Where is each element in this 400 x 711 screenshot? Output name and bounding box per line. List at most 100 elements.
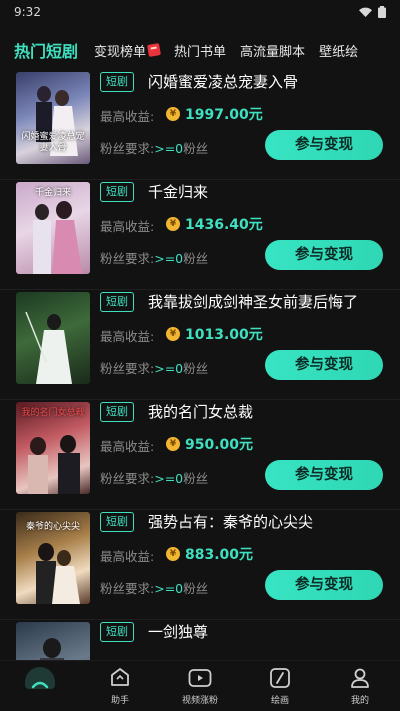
max-earnings-amount: 1013.00元 — [185, 327, 263, 343]
category-tabs: 热门短剧 变现榜单 热门书单 高流量脚本 壁纸绘 — [0, 34, 400, 66]
drama-title[interactable]: 一剑独尊 — [148, 621, 208, 642]
video-icon — [188, 665, 212, 691]
nav-profile[interactable]: 我的 — [320, 661, 400, 711]
fans-unit: 粉丝 — [183, 581, 209, 596]
drama-poster[interactable]: 千金归来 — [16, 182, 90, 274]
join-monetize-button[interactable]: 参与变现 — [265, 460, 383, 490]
profile-icon — [349, 665, 371, 691]
fans-requirement: 粉丝要求:>=0粉丝 — [100, 468, 208, 487]
fans-value: >=0 — [154, 471, 184, 486]
genre-tag: 短剧 — [100, 512, 134, 532]
tab-label: 热门书单 — [174, 44, 227, 60]
genre-tag: 短剧 — [100, 72, 134, 92]
fans-value: >=0 — [154, 361, 184, 376]
genre-tag: 短剧 — [100, 402, 134, 422]
max-earnings-amount: 1997.00元 — [185, 107, 263, 123]
coin-icon: ¥ — [166, 437, 180, 451]
tab-monetize-ranking[interactable]: 变现榜单 — [94, 41, 161, 60]
fans-label: 粉丝要求: — [100, 141, 155, 156]
max-earnings-label: 最高收益: — [100, 439, 155, 454]
fans-value: >=0 — [154, 141, 184, 156]
join-monetize-button[interactable]: 参与变现 — [265, 130, 383, 160]
join-monetize-button[interactable]: 参与变现 — [265, 240, 383, 270]
fans-requirement: 粉丝要求:>=0粉丝 — [100, 358, 208, 377]
max-earnings-label: 最高收益: — [100, 549, 155, 564]
max-earnings-amount: 1436.40元 — [185, 217, 263, 233]
coin-icon: ¥ — [166, 217, 180, 231]
tab-label: 热门短剧 — [14, 42, 79, 61]
poster-title: 千金归来 — [34, 188, 71, 198]
paint-icon — [269, 665, 291, 691]
drama-poster[interactable]: 秦爷的心尖尖 — [16, 512, 90, 604]
fans-label: 粉丝要求: — [100, 471, 155, 486]
list-item[interactable]: 千金归来 短剧 千金归来 最高收益: ¥ 1436.40元 粉丝要求:>=0粉丝… — [0, 180, 400, 290]
max-earnings-label: 最高收益: — [100, 219, 155, 234]
list-item[interactable]: 秦爷的心尖尖 短剧 强势占有：秦爷的心尖尖 最高收益: ¥ 883.00元 粉丝… — [0, 510, 400, 620]
tab-hot-booklist[interactable]: 热门书单 — [174, 41, 226, 60]
join-monetize-button[interactable]: 参与变现 — [265, 570, 383, 600]
max-earnings-label: 最高收益: — [100, 329, 155, 344]
list-item[interactable]: 短剧 我靠拔剑成剑神圣女前妻后悔了 最高收益: ¥ 1013.00元 粉丝要求:… — [0, 290, 400, 400]
poster-title: 闪婚蜜爱凌总宠妻入骨 — [21, 132, 85, 153]
drama-list: 闪婚蜜爱凌总宠妻入骨 短剧 闪婚蜜爱凌总宠妻入骨 最高收益: ¥ 1997.00… — [0, 70, 400, 660]
max-earnings-amount: 950.00元 — [185, 437, 254, 453]
poster-figures-icon — [40, 638, 64, 660]
poster-figures-icon — [25, 311, 72, 384]
drama-title[interactable]: 我的名门女总裁 — [148, 401, 253, 422]
fans-value: >=0 — [154, 251, 184, 266]
home-icon — [25, 665, 55, 691]
coin-icon: ¥ — [166, 107, 180, 121]
fans-requirement: 粉丝要求:>=0粉丝 — [100, 578, 208, 597]
drama-poster[interactable]: 我的名门女总裁 — [16, 402, 90, 494]
fans-label: 粉丝要求: — [100, 361, 155, 376]
tab-hot-short-drama[interactable]: 热门短剧 — [14, 38, 78, 62]
fans-requirement: 粉丝要求:>=0粉丝 — [100, 248, 208, 267]
fans-label: 粉丝要求: — [100, 581, 155, 596]
fans-label: 粉丝要求: — [100, 251, 155, 266]
nav-label: 我的 — [350, 696, 369, 706]
tab-label: 壁纸绘 — [319, 44, 359, 60]
nav-assistant[interactable]: 助手 — [80, 661, 160, 711]
bottom-nav: 助手 视频涨粉 绘画 我的 — [0, 660, 400, 711]
nav-video-fans[interactable]: 视频涨粉 — [160, 661, 240, 711]
drama-poster[interactable] — [16, 292, 90, 384]
coin-icon: ¥ — [166, 547, 180, 561]
hot-badge-icon — [147, 43, 161, 57]
drama-poster[interactable]: 闪婚蜜爱凌总宠妻入骨 — [16, 72, 90, 164]
list-item[interactable]: 短剧 一剑独尊 — [0, 620, 400, 660]
drama-title[interactable]: 强势占有：秦爷的心尖尖 — [148, 511, 313, 532]
nav-label: 助手 — [110, 696, 129, 706]
list-item[interactable]: 我的名门女总裁 短剧 我的名门女总裁 最高收益: ¥ 950.00元 粉丝要求:… — [0, 400, 400, 510]
fans-value: >=0 — [154, 581, 184, 596]
assistant-icon — [109, 665, 131, 691]
battery-icon — [378, 6, 386, 18]
drama-poster[interactable] — [16, 622, 90, 660]
status-time: 9:32 — [14, 5, 41, 19]
drama-title[interactable]: 千金归来 — [148, 181, 208, 202]
max-earnings-amount: 883.00元 — [185, 547, 254, 563]
fans-unit: 粉丝 — [183, 361, 209, 376]
fans-unit: 粉丝 — [183, 141, 209, 156]
genre-tag: 短剧 — [100, 622, 134, 642]
nav-paint[interactable]: 绘画 — [240, 661, 320, 711]
poster-title: 我的名门女总裁 — [21, 408, 85, 418]
fans-unit: 粉丝 — [183, 471, 209, 486]
coin-icon: ¥ — [166, 327, 180, 341]
nav-label: 视频涨粉 — [181, 696, 218, 706]
join-monetize-button[interactable]: 参与变现 — [265, 350, 383, 380]
nav-home[interactable] — [0, 661, 80, 711]
tab-high-traffic-script[interactable]: 高流量脚本 — [240, 41, 305, 60]
status-bar: 9:32 — [0, 0, 400, 24]
genre-tag: 短剧 — [100, 182, 134, 202]
wifi-icon — [359, 7, 372, 17]
fans-unit: 粉丝 — [183, 251, 209, 266]
list-item[interactable]: 闪婚蜜爱凌总宠妻入骨 短剧 闪婚蜜爱凌总宠妻入骨 最高收益: ¥ 1997.00… — [0, 70, 400, 180]
drama-title[interactable]: 我靠拔剑成剑神圣女前妻后悔了 — [148, 291, 358, 312]
fans-requirement: 粉丝要求:>=0粉丝 — [100, 138, 208, 157]
max-earnings-label: 最高收益: — [100, 109, 155, 124]
genre-tag: 短剧 — [100, 292, 134, 312]
status-icons — [359, 6, 386, 18]
drama-title[interactable]: 闪婚蜜爱凌总宠妻入骨 — [148, 71, 298, 92]
poster-title: 秦爷的心尖尖 — [25, 522, 80, 532]
tab-wallpaper[interactable]: 壁纸绘 — [319, 41, 358, 60]
